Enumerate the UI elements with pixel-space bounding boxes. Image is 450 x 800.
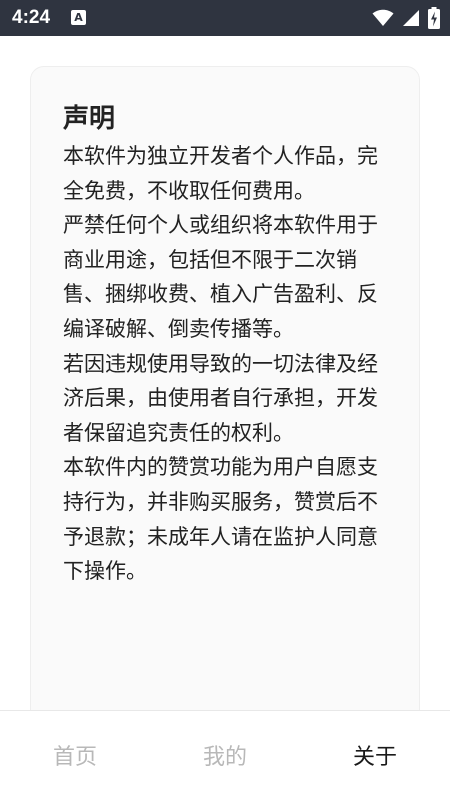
wifi-icon <box>372 9 394 26</box>
content-area: 声明 本软件为独立开发者个人作品，完全免费，不收取任何费用。 严禁任何个人或组织… <box>0 36 450 710</box>
signal-icon <box>403 10 419 26</box>
notice-paragraph-4: 本软件内的赞赏功能为用户自愿支持行为，并非购买服务，赞赏后不予退款；未成年人请在… <box>63 455 378 584</box>
status-bar: 4:24 A <box>0 0 450 36</box>
bottom-nav: 首页 我的 关于 <box>0 710 450 800</box>
notice-title: 声明 <box>63 104 116 134</box>
notice-card: 声明 本软件为独立开发者个人作品，完全免费，不收取任何费用。 严禁任何个人或组织… <box>30 66 420 710</box>
status-time: 4:24 <box>12 7 51 28</box>
a-notification-icon: A <box>71 10 86 25</box>
tab-about[interactable]: 关于 <box>300 711 450 800</box>
notice-paragraph-3: 若因违规使用导致的一切法律及经济后果，由使用者自行承担，开发者保留追究责任的权利… <box>63 351 378 445</box>
battery-charging-icon <box>428 7 440 29</box>
notice-paragraph-1: 本软件为独立开发者个人作品，完全免费，不收取任何费用。 <box>63 144 378 203</box>
notice-paragraph-2: 严禁任何个人或组织将本软件用于商业用途，包括但不限于二次销售、捆绑收费、植入广告… <box>63 213 378 341</box>
tab-home[interactable]: 首页 <box>0 711 150 800</box>
tab-mine[interactable]: 我的 <box>150 711 300 800</box>
status-icons <box>372 7 440 29</box>
